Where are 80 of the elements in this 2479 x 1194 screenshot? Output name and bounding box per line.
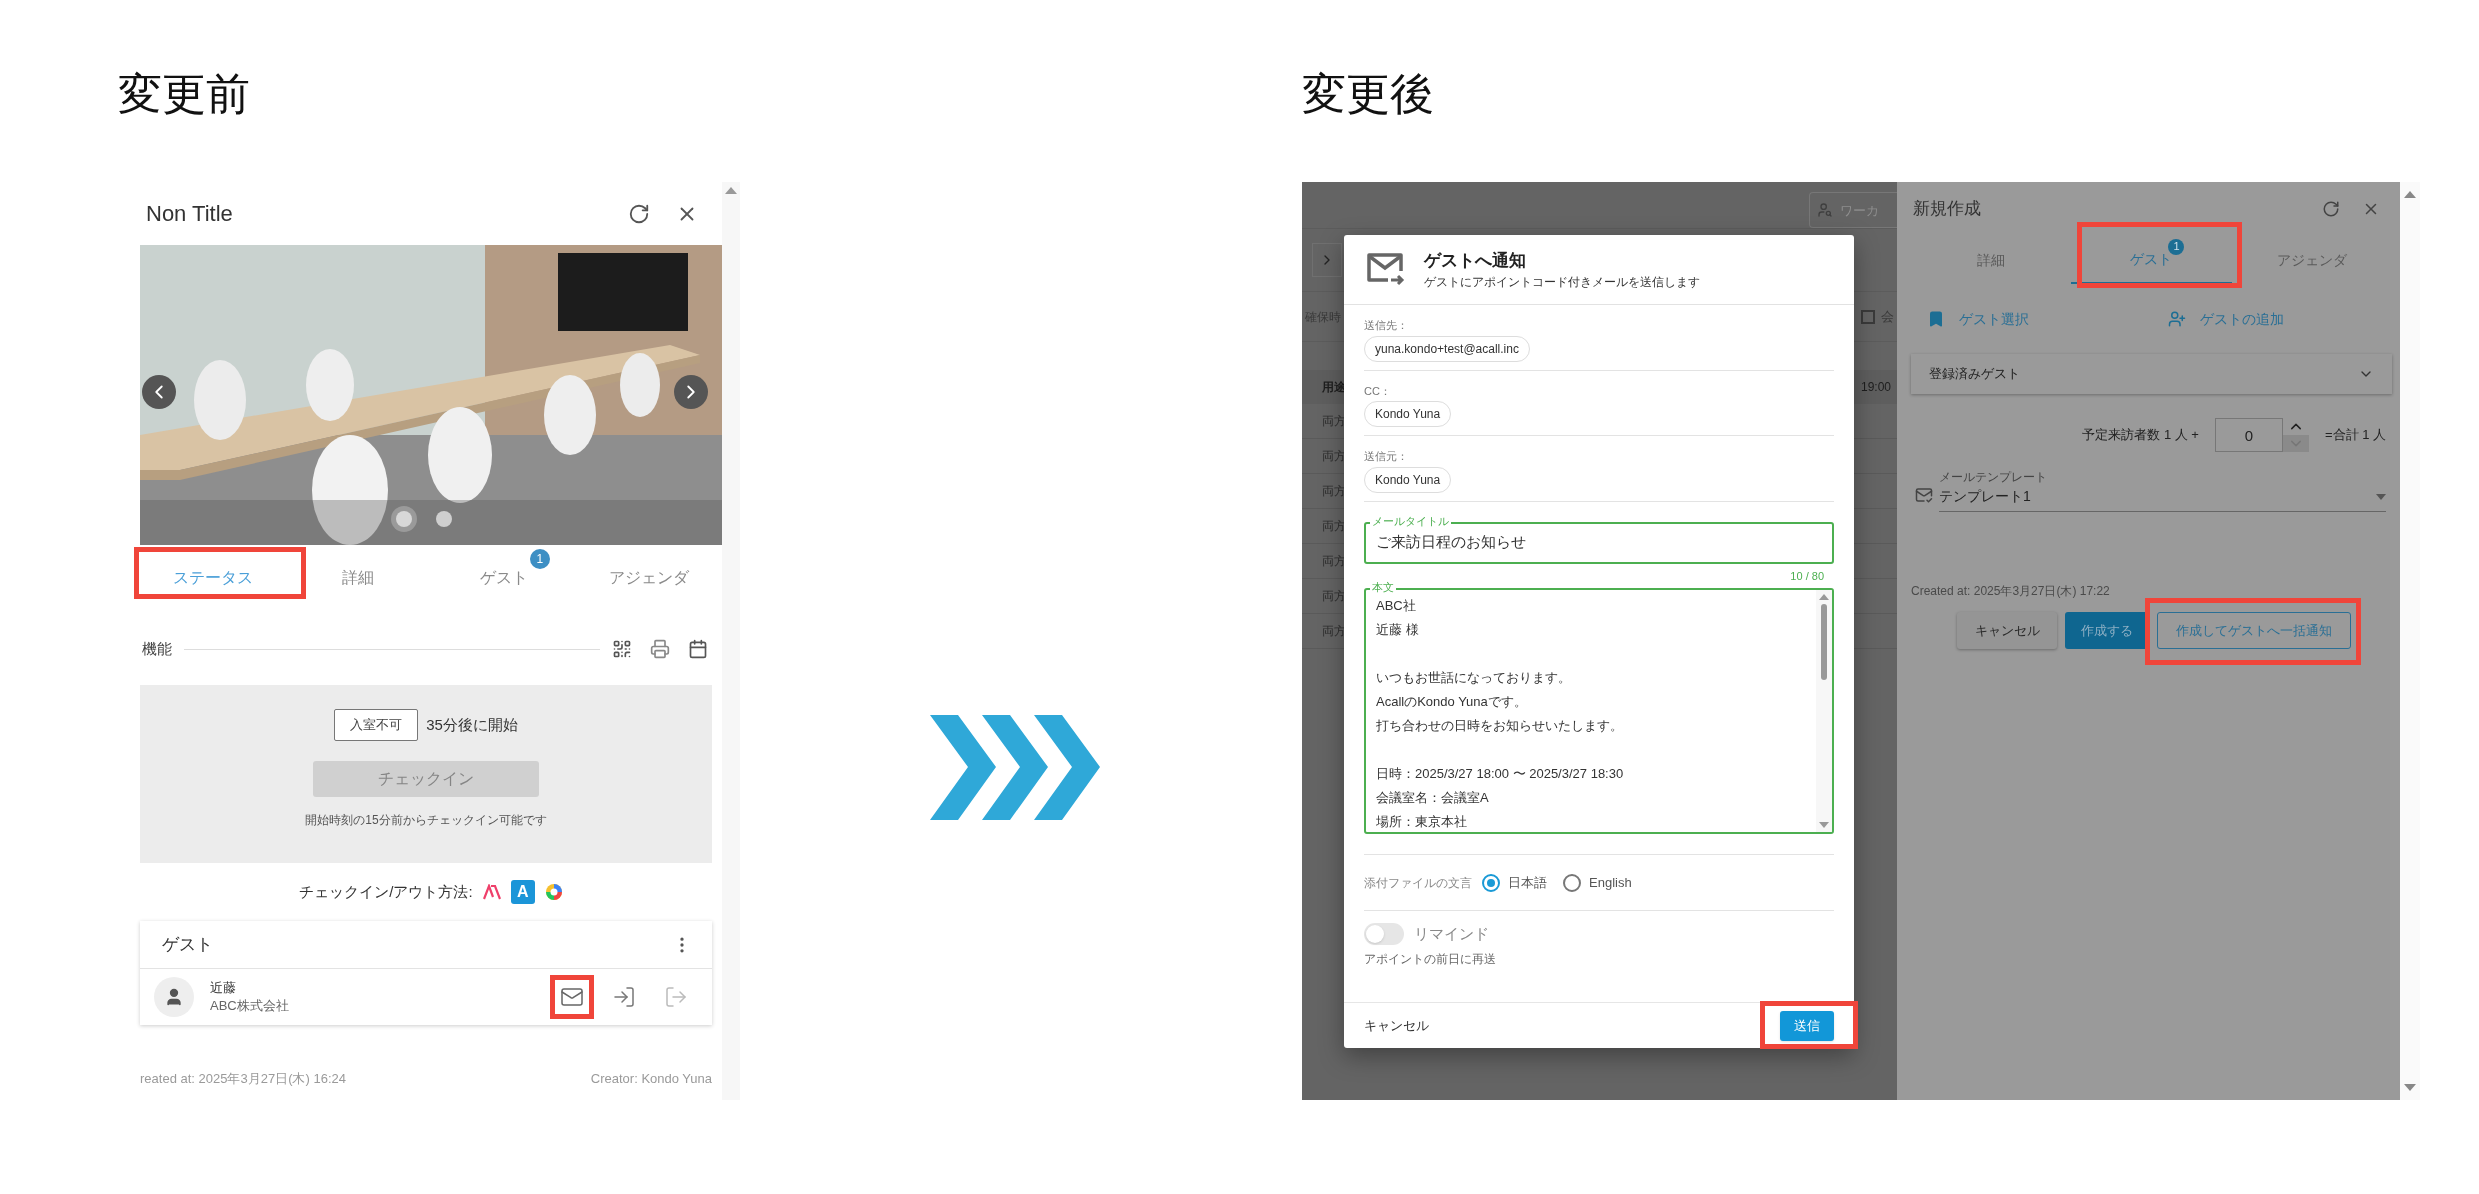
guest-name: 近藤 [210, 979, 237, 997]
field-label: メールタイトル [1370, 513, 1451, 528]
radio-icon[interactable] [1482, 873, 1500, 892]
visitor-total: =合計 1 人 [2324, 426, 2386, 445]
dropdown-icon [2376, 493, 2386, 500]
calendar-icon[interactable] [688, 639, 708, 659]
dialog-subtitle: ゲストにアポイントコード付きメールを送信します [1424, 274, 1700, 292]
body-text-line: AcallのKondo Yunaです。 [1376, 693, 1528, 711]
body-text-line: いつもお世話になっております。 [1376, 669, 1572, 687]
section-heading: 変更前 [118, 68, 251, 120]
scrollbar-thumb[interactable] [1821, 604, 1827, 680]
user-search-icon [1817, 202, 1833, 218]
field-label: 送信元： [1364, 449, 1408, 464]
scroll-down-icon[interactable] [2404, 1084, 2416, 1092]
expand-button[interactable] [1312, 243, 1342, 277]
checkbox[interactable] [1861, 309, 1875, 324]
mail-icon[interactable] [560, 985, 584, 1009]
status-badge: 入室不可 [334, 709, 419, 741]
character-counter: 10 / 80 [1790, 568, 1824, 584]
check-in-icon[interactable] [612, 985, 636, 1009]
template-select[interactable]: メールテンプレート テンプレート1 [1939, 468, 2386, 512]
check-in-note: 開始時刻の15分前からチェックイン可能です [305, 812, 547, 829]
mail-template-icon [1915, 486, 1933, 504]
radio-option[interactable]: 日本語 [1482, 872, 1547, 893]
radio-option[interactable]: English [1563, 872, 1632, 893]
scroll-up-icon[interactable] [1819, 594, 1829, 600]
scroll-up-icon[interactable] [725, 186, 737, 194]
scroll-up-icon[interactable] [2404, 190, 2416, 198]
radio-icon[interactable] [1563, 873, 1581, 892]
field-label: CC： [1364, 383, 1391, 399]
visitor-count-label: 予定来訪者数 1 人 + [2082, 426, 2199, 445]
print-icon[interactable] [650, 639, 670, 659]
section-title: 機能 [142, 638, 172, 659]
body-text-line: ABC社 [1376, 597, 1417, 615]
section-heading: 変更後 [1302, 68, 1435, 120]
tab[interactable]: ゲスト 1 [2071, 236, 2232, 284]
tab[interactable]: ステータス [150, 549, 275, 597]
creator: Creator: Kondo Yuna [590, 1069, 712, 1088]
time-label: 19:00 [1860, 379, 1891, 396]
triple-chevron-icon [930, 715, 1100, 820]
field-label: 本文 [1370, 580, 1396, 594]
refresh-icon[interactable] [628, 202, 650, 225]
tab[interactable]: ゲスト 1 [457, 549, 550, 597]
switch-label: リマインド [1414, 924, 1489, 944]
tab[interactable]: 詳細 [320, 549, 397, 597]
body-text-line: 日時：2025/3/27 18:00 〜 2025/3/27 18:30 [1376, 765, 1625, 783]
qr-code-icon[interactable] [612, 639, 632, 659]
count-badge: 1 [529, 549, 550, 569]
panel-button[interactable]: キャンセル [1957, 612, 2057, 649]
scroll-down-icon[interactable] [1819, 822, 1829, 828]
card-title: ゲスト [162, 933, 213, 956]
count-badge: 1 [2168, 238, 2185, 255]
check-out-icon[interactable] [664, 985, 688, 1009]
send-button[interactable]: 送信 [1780, 1010, 1834, 1041]
accordion-header[interactable]: 登録済みゲスト [1911, 354, 2392, 394]
guest-company: ABC株式会社 [210, 997, 290, 1015]
switch-hint: アポイントの前日に再送 [1364, 950, 1497, 968]
cancel-button[interactable]: キャンセル [1364, 1015, 1429, 1036]
body-text-line: 打ち合わせの日時をお知らせいたします。 [1376, 717, 1624, 735]
body-text-line: 近藤 様 [1376, 621, 1420, 639]
tab[interactable]: 詳細 [1911, 236, 2072, 284]
body-text-line: 場所：東京本社 [1376, 813, 1468, 831]
app-logo: A [510, 880, 535, 904]
refresh-icon[interactable] [2322, 200, 2340, 218]
status-message: 35分後に開始 [426, 714, 518, 735]
visitor-count-field[interactable]: 0 [2214, 418, 2283, 452]
field-label: 送信先： [1364, 318, 1408, 333]
panel-title: Non Title [146, 200, 233, 228]
tab[interactable]: アジェンダ [2231, 236, 2392, 284]
avatar [154, 977, 194, 1017]
body-text-line: 会議室名：会議室A [1376, 789, 1490, 807]
mail-send-icon [1366, 251, 1406, 288]
tab[interactable]: アジェンダ [587, 549, 712, 597]
panel-title: 新規作成 [1913, 198, 1981, 221]
created-at: reated at: 2025年3月27日(木) 16:24 [140, 1069, 346, 1088]
created-at: Created at: 2025年3月27日(木) 17:22 [1911, 583, 2111, 600]
method-label: チェックイン/アウト方法: [299, 881, 473, 902]
dialog-title: ゲストへ通知 [1424, 249, 1527, 272]
toggle-switch[interactable] [1364, 923, 1404, 946]
field-label: 添付ファイルの文言 [1364, 874, 1472, 892]
